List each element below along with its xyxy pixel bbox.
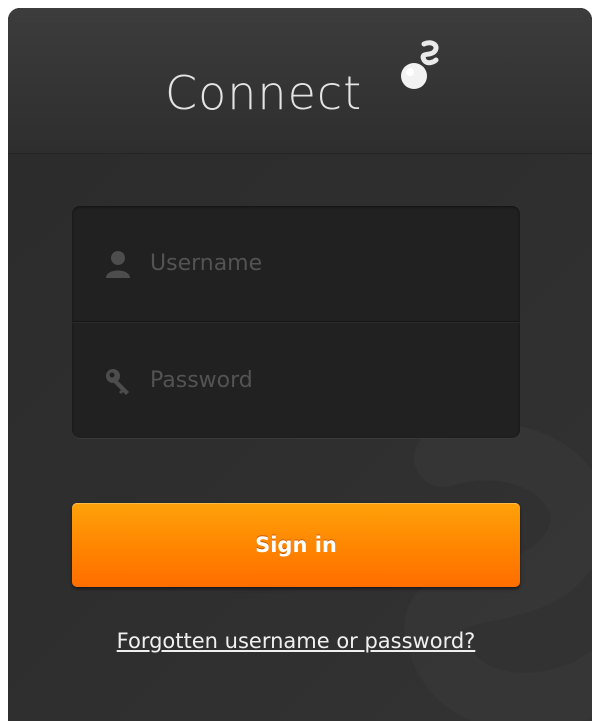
key-icon (106, 369, 129, 395)
password-input[interactable] (150, 359, 490, 401)
credentials-box (72, 206, 520, 438)
username-field (72, 206, 520, 321)
username-input[interactable] (150, 242, 490, 284)
connect-logo-icon (401, 40, 439, 89)
header-bar: Connect (8, 8, 592, 154)
password-field (72, 323, 520, 438)
forgot-credentials-link[interactable]: Forgotten username or password? (0, 631, 592, 652)
brand-title: Connect (165, 66, 363, 120)
user-icon (106, 251, 130, 278)
sign-in-button[interactable]: Sign in (72, 503, 520, 587)
